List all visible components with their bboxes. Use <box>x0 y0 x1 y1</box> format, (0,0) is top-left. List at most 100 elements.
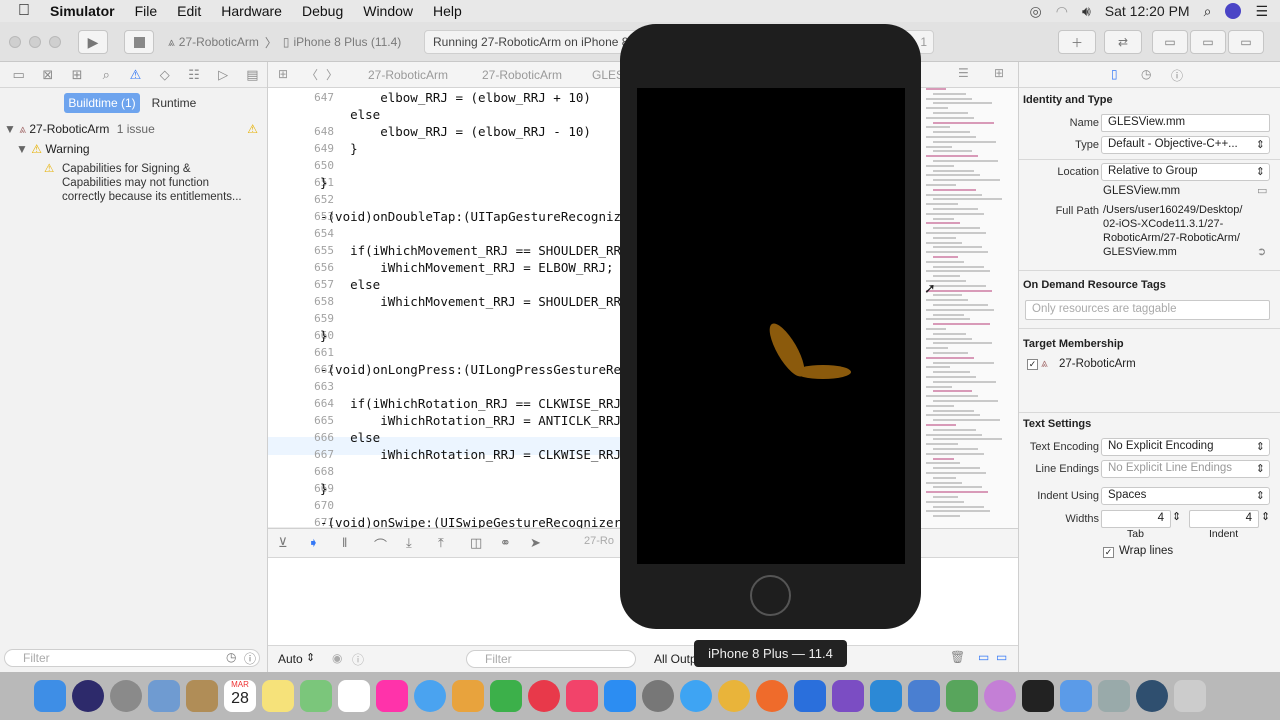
contacts-icon[interactable] <box>186 680 218 712</box>
editor-options-icon[interactable]: ☰ <box>958 66 969 80</box>
code-line[interactable]: else <box>320 430 380 445</box>
minimap[interactable] <box>920 88 1018 528</box>
code-line[interactable]: } <box>320 481 328 496</box>
zoom-window-button[interactable] <box>49 36 61 48</box>
hierarchy-icon[interactable]: ⊞ <box>62 67 91 83</box>
menu-edit[interactable]: Edit <box>167 3 211 19</box>
code-line[interactable]: iWhichRotation_RRJ = CLKWISE_RRJ; <box>320 447 628 462</box>
code-line[interactable]: if(iWhichMovement_RRJ == SHOULDER_RRJ <box>320 243 628 258</box>
reminders-icon[interactable] <box>338 680 370 712</box>
safari-icon[interactable] <box>680 680 712 712</box>
location-icon[interactable]: ➤ <box>530 535 541 551</box>
apple-menu-icon[interactable]:  <box>0 2 40 20</box>
creative-cloud-icon[interactable]: ◎ <box>1030 3 1042 20</box>
siri-icon[interactable] <box>1225 3 1242 19</box>
menu-clock[interactable]: Sat 12:20 PM <box>1105 3 1190 19</box>
xcode-icon[interactable] <box>908 680 940 712</box>
tab-width-stepper[interactable]: ⇕ <box>1172 510 1181 523</box>
variables-filter-input[interactable]: Filter <box>466 650 636 668</box>
menu-app-simulator[interactable]: Simulator <box>40 3 125 19</box>
spotlight-search-icon[interactable]: ⌕ <box>1204 3 1212 20</box>
line-number[interactable]: 670 <box>268 499 334 512</box>
warning-badge[interactable]: 1 <box>920 35 927 49</box>
keynote-icon[interactable] <box>452 680 484 712</box>
visual-studio-icon[interactable] <box>832 680 864 712</box>
calendar-icon[interactable]: MAR 28 <box>224 680 256 712</box>
network-utility-icon[interactable] <box>1098 680 1130 712</box>
volume-icon[interactable]: 🔊︎ <box>1082 3 1091 20</box>
menu-help[interactable]: Help <box>423 3 472 19</box>
issue-warning-icon[interactable]: ⚠ <box>121 67 150 83</box>
menu-window[interactable]: Window <box>353 3 423 19</box>
device-name[interactable]: iPhone 8 Plus (11.4) <box>293 35 401 49</box>
folder-icon[interactable]: ▭ <box>4 67 33 83</box>
maps-icon[interactable] <box>300 680 332 712</box>
trash-icon[interactable]: 🗑︎ <box>950 650 965 664</box>
test-icon[interactable]: ◇ <box>150 67 179 83</box>
code-line[interactable]: } <box>320 141 358 156</box>
line-number[interactable]: 652 <box>268 193 334 206</box>
breakpoints-toggle-icon[interactable]: ➧ <box>308 535 319 551</box>
vscode-icon[interactable] <box>870 680 902 712</box>
toggle-navigator-button[interactable]: ▭ <box>1152 30 1188 54</box>
toggle-debug-button[interactable]: ▭ <box>1190 30 1226 54</box>
run-button[interactable]: ▶ <box>78 30 108 54</box>
file-inspector-icon[interactable]: ▯ <box>1111 67 1118 81</box>
text-encoding-popup[interactable]: No Explicit Encoding <box>1101 438 1270 456</box>
code-line[interactable]: -(void)onDoubleTap:(UITapGestureRecogniz <box>320 209 621 224</box>
folder-icon[interactable]: ▭ <box>1257 184 1267 197</box>
back-arrow-icon[interactable]: 〈 <box>306 66 318 83</box>
source-control-icon[interactable]: ⊠ <box>33 67 62 83</box>
library-button[interactable]: ＋ <box>1058 30 1096 54</box>
code-line[interactable]: else <box>320 107 380 122</box>
report-icon[interactable]: ▤ <box>238 67 267 83</box>
notes-icon[interactable] <box>262 680 294 712</box>
app-store-icon[interactable] <box>604 680 636 712</box>
quicktime-icon[interactable] <box>1136 680 1168 712</box>
firefox-icon[interactable] <box>756 680 788 712</box>
wifi-icon[interactable]: ◠ <box>1056 3 1068 20</box>
find-icon[interactable]: ⌕ <box>92 67 121 83</box>
reveal-in-finder-icon[interactable]: ➲ <box>1257 245 1266 258</box>
system-preferences-icon[interactable] <box>642 680 674 712</box>
launchpad-icon[interactable] <box>110 680 142 712</box>
odr-tags-field[interactable]: Only resources are taggable <box>1025 300 1270 320</box>
menu-file[interactable]: File <box>125 3 168 19</box>
code-line[interactable]: iWhichMovement_RRJ = ELBOW_RRJ; <box>320 260 613 275</box>
news-icon[interactable] <box>528 680 560 712</box>
line-number[interactable]: 668 <box>268 465 334 478</box>
simulator-screen[interactable] <box>637 88 905 564</box>
memory-graph-icon[interactable]: ⚭ <box>500 535 511 551</box>
info-icon[interactable]: ⓘ <box>352 651 364 668</box>
related-items-icon[interactable]: ⊞ <box>278 67 288 81</box>
code-line[interactable]: iWhichMovement_RRJ = SHOULDER_RRJ <box>320 294 628 309</box>
warning-item[interactable]: ⚠ Capabilities for Signing & Capabilitie… <box>44 162 264 204</box>
warning-filter-icon[interactable]: ⓘ <box>244 650 256 667</box>
line-number[interactable]: 650 <box>268 159 334 172</box>
code-line[interactable]: -(void)onLongPress:(UILongPressGestureRe… <box>320 362 629 377</box>
indent-using-popup[interactable]: Spaces <box>1101 487 1270 505</box>
tab-buildtime[interactable]: Buildtime (1) <box>64 93 140 113</box>
line-number[interactable]: 661 <box>268 346 334 359</box>
home-button[interactable] <box>750 575 791 616</box>
tab-width-field[interactable]: 4 <box>1101 510 1171 528</box>
xamarin-icon[interactable] <box>946 680 978 712</box>
step-over-icon[interactable]: ⌒ <box>374 535 387 554</box>
code-line[interactable]: elbow_RRJ = (elbow_RRJ + 10) <box>320 90 591 105</box>
help-inspector-icon[interactable]: ⓘ <box>1171 67 1183 84</box>
disclosure-triangle-icon[interactable]: ▼ <box>16 142 28 156</box>
breakpoint-icon[interactable]: ▷ <box>209 67 238 83</box>
close-window-button[interactable] <box>9 36 21 48</box>
add-editor-icon[interactable]: ⊞ <box>994 66 1004 80</box>
line-number[interactable]: 663 <box>268 380 334 393</box>
pinwheel-app-icon[interactable] <box>984 680 1016 712</box>
name-field[interactable]: GLESView.mm <box>1101 114 1270 132</box>
warning-group-row[interactable]: ▼ ⚠ Warning <box>16 142 90 156</box>
chrome-icon[interactable] <box>718 680 750 712</box>
finder-icon[interactable] <box>34 680 66 712</box>
code-line[interactable]: } <box>320 175 328 190</box>
navigator-filter-input[interactable]: Filter <box>4 649 260 667</box>
photos-icon[interactable] <box>376 680 408 712</box>
code-line[interactable]: if(iWhichRotation_RRJ == CLKWISE_RRJ) <box>320 396 628 411</box>
indent-width-stepper[interactable]: ⇕ <box>1261 510 1270 523</box>
